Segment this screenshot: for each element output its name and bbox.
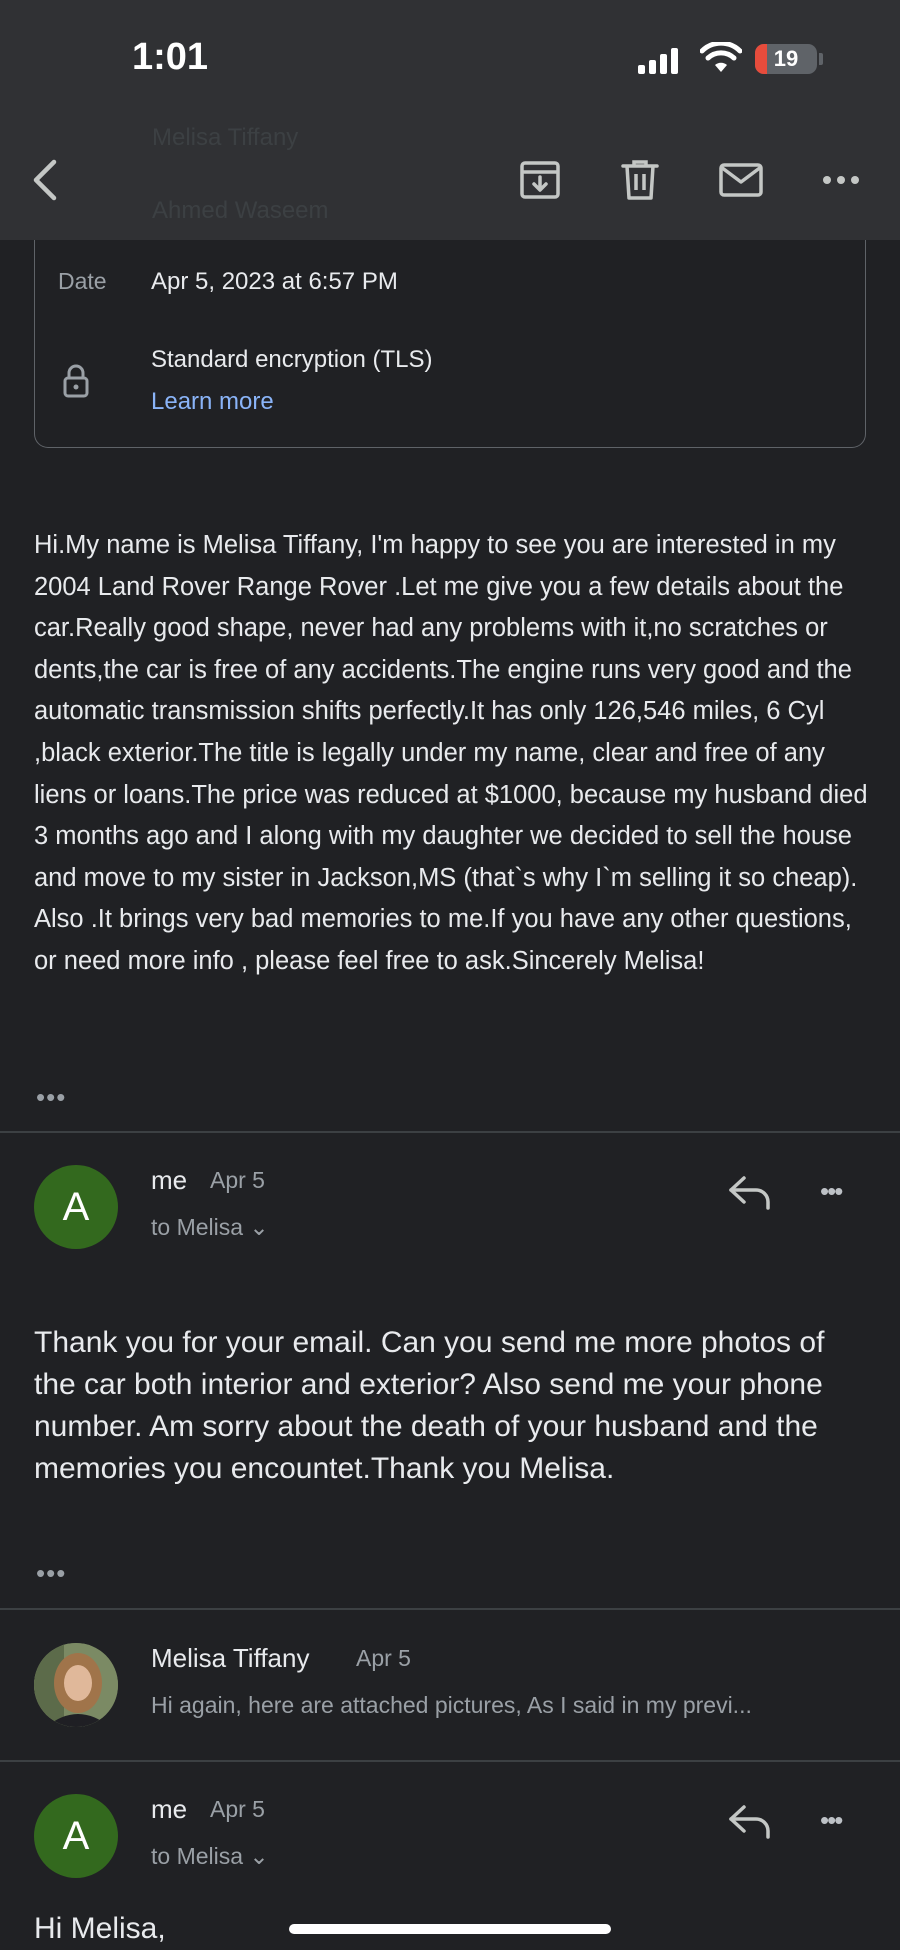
sender-name: Melisa Tiffany xyxy=(151,1643,310,1673)
status-time: 1:01 xyxy=(132,36,209,78)
learn-more-link[interactable]: Learn more xyxy=(151,388,274,416)
ghost-header-line: Ahmed Waseem xyxy=(152,197,329,224)
date-value: Apr 5, 2023 at 6:57 PM xyxy=(151,268,398,295)
message-date: Apr 5 xyxy=(356,1645,411,1671)
message-body: Thank you for your email. Can you send m… xyxy=(34,1326,825,1485)
ghost-header-line: Melisa Tiffany xyxy=(152,124,299,151)
message-snippet[interactable]: Hi again, here are attached pictures, As… xyxy=(151,1692,851,1719)
wifi-icon xyxy=(700,42,742,72)
archive-button[interactable] xyxy=(512,152,568,208)
encryption-text: Standard encryption (TLS) xyxy=(151,346,433,373)
reply-icon[interactable] xyxy=(726,1801,774,1841)
avatar-photo[interactable] xyxy=(34,1643,118,1727)
battery-percent: 19 xyxy=(773,46,799,71)
message-more-icon[interactable]: ••• xyxy=(820,1805,843,1836)
recipients-dropdown[interactable]: to Melisa ⌄ xyxy=(151,1843,269,1870)
divider xyxy=(0,1608,900,1610)
home-indicator[interactable] xyxy=(289,1924,611,1934)
trash-icon xyxy=(621,160,659,200)
show-trimmed-content-button[interactable]: ••• xyxy=(36,1558,66,1589)
profile-photo-image xyxy=(34,1643,118,1727)
date-label: Date xyxy=(58,268,107,294)
battery-cap xyxy=(819,53,823,65)
message-date: Apr 5 xyxy=(210,1167,265,1193)
back-button[interactable] xyxy=(18,152,74,208)
avatar[interactable]: A xyxy=(34,1165,118,1249)
more-button[interactable] xyxy=(813,152,869,208)
message-more-icon[interactable]: ••• xyxy=(820,1176,843,1207)
divider xyxy=(0,1131,900,1133)
cellular-signal-icon xyxy=(638,48,678,74)
mail-icon xyxy=(719,163,763,197)
avatar[interactable]: A xyxy=(34,1794,118,1878)
sender-name: me xyxy=(151,1794,188,1824)
divider xyxy=(0,1760,900,1762)
chevron-left-icon xyxy=(33,159,57,201)
recipients-dropdown[interactable]: to Melisa ⌄ xyxy=(151,1214,269,1241)
message-date: Apr 5 xyxy=(210,1796,265,1822)
message-body: Hi.My name is Melisa Tiffany, I'm happy … xyxy=(34,531,868,975)
top-app-bar: Melisa Tiffany Ahmed Waseem 1:01 19 xyxy=(0,0,900,240)
lock-icon xyxy=(63,364,89,398)
mark-unread-button[interactable] xyxy=(713,152,769,208)
battery-icon: 19 xyxy=(755,44,817,74)
more-horizontal-icon xyxy=(823,176,859,184)
delete-button[interactable] xyxy=(612,152,668,208)
reply-icon[interactable] xyxy=(726,1172,774,1212)
show-trimmed-content-button[interactable]: ••• xyxy=(36,1082,66,1113)
archive-icon xyxy=(520,161,560,199)
message-body-greeting: Hi Melisa, xyxy=(34,1912,166,1945)
sender-name: me xyxy=(151,1165,188,1195)
